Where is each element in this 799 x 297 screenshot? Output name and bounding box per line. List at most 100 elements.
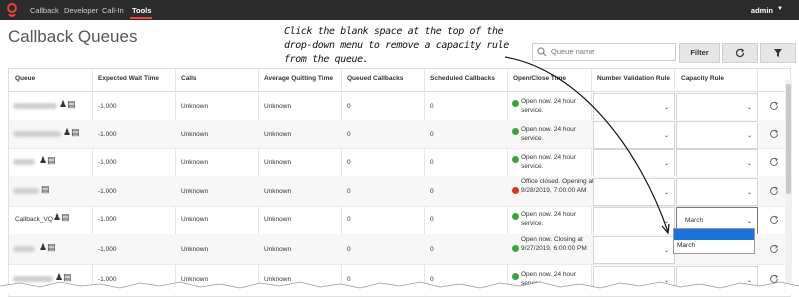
capacity-rule-select[interactable]: ⌄ xyxy=(676,149,758,177)
user-menu[interactable]: admin xyxy=(751,6,773,15)
nav-callback[interactable]: Callback xyxy=(30,6,59,15)
chevron-down-icon: ⌄ xyxy=(746,105,752,111)
nav-developer[interactable]: Developer xyxy=(64,6,98,15)
queued-callbacks: 0 xyxy=(347,131,351,138)
funnel-button[interactable] xyxy=(760,43,796,63)
number-rule-select[interactable]: ⌄ xyxy=(593,149,675,177)
app-logo-icon xyxy=(7,3,17,17)
number-rule-select[interactable]: ⌄ xyxy=(593,93,675,121)
col-header-quit[interactable]: Average Quitting Time xyxy=(264,69,333,91)
calls: Unknown xyxy=(181,216,209,223)
calls: Unknown xyxy=(181,159,209,166)
queued-callbacks: 0 xyxy=(347,159,351,166)
chevron-down-icon: ⌄ xyxy=(663,105,669,111)
search-input[interactable] xyxy=(551,45,671,58)
chevron-down-icon: ⌄ xyxy=(746,133,752,139)
chevron-down-icon: ⌄ xyxy=(746,161,752,167)
agent-icon: ♟▤ xyxy=(63,127,80,137)
chevron-down-icon: ⌄ xyxy=(663,248,669,254)
capacity-rule-select[interactable]: ⌄ xyxy=(676,178,758,206)
number-rule-select[interactable]: ⌄ xyxy=(593,178,675,206)
chevron-down-icon: ⌄ xyxy=(663,219,669,225)
number-rule-select[interactable]: ⌄ xyxy=(593,121,675,149)
queue-name-redacted xyxy=(13,103,57,109)
queues-table: Queue Expected Wait Time Calls Average Q… xyxy=(8,68,791,297)
col-header-open-close[interactable]: Open/Close Time xyxy=(513,69,566,91)
table-row[interactable]: ♟▤ -1.000 Unknown Unknown 0 0 Open now. … xyxy=(9,91,790,121)
avg-quit: Unknown xyxy=(264,131,292,138)
status-closed-icon xyxy=(512,187,519,194)
capacity-rule-select[interactable]: ⌄ xyxy=(676,93,758,121)
scheduled-callbacks: 0 xyxy=(430,159,434,166)
nav-call-in[interactable]: Call-In xyxy=(102,6,124,15)
scheduled-callbacks: 0 xyxy=(430,131,434,138)
status-text: Open now. 24 hour service. xyxy=(521,126,576,142)
search-icon xyxy=(537,47,547,57)
wait-time: -1.000 xyxy=(98,246,117,253)
wait-time: -1.000 xyxy=(98,131,117,138)
wait-time: -1.000 xyxy=(98,159,117,166)
status-open-icon xyxy=(512,128,519,135)
chevron-down-icon[interactable]: ▼ xyxy=(777,6,783,12)
capacity-rule-dropdown[interactable]: March xyxy=(673,228,755,254)
search-box[interactable] xyxy=(532,43,676,61)
status-text: Open now. Closing at 9/27/2019, 6:00:00 … xyxy=(521,236,587,252)
chevron-down-icon: ⌄ xyxy=(663,161,669,167)
status-text: Open now. 24 hour service. xyxy=(521,154,576,170)
avg-quit: Unknown xyxy=(264,188,292,195)
funnel-icon xyxy=(774,49,782,57)
queue-name-redacted xyxy=(13,188,39,194)
status-open-icon xyxy=(512,245,519,252)
active-tab-indicator xyxy=(130,17,152,19)
refresh-icon[interactable] xyxy=(769,215,779,225)
status-open-icon xyxy=(512,100,519,107)
status-open-icon xyxy=(512,213,519,220)
agent-icon: ♟▤ xyxy=(39,242,56,252)
dropdown-option-march[interactable]: March xyxy=(677,242,695,249)
table-row[interactable]: ▤ -1.000 Unknown Unknown 0 0 Office clos… xyxy=(9,176,790,207)
table-scrollbar[interactable] xyxy=(785,80,792,295)
queued-callbacks: 0 xyxy=(347,103,351,110)
table-row[interactable]: ♟▤ -1.000 Unknown Unknown 0 0 Open now. … xyxy=(9,148,790,177)
chevron-down-icon: ⌄ xyxy=(663,133,669,139)
scheduled-callbacks: 0 xyxy=(430,103,434,110)
number-rule-select[interactable]: ⌄ xyxy=(593,236,675,264)
col-header-queued[interactable]: Queued Callbacks xyxy=(347,69,403,91)
col-header-capacity-rule[interactable]: Capacity Rule xyxy=(681,69,724,91)
col-header-scheduled[interactable]: Scheduled Callbacks xyxy=(430,69,495,91)
col-header-calls[interactable]: Calls xyxy=(181,69,197,91)
refresh-icon xyxy=(735,48,745,58)
refresh-icon[interactable] xyxy=(769,129,779,139)
nav-tools[interactable]: Tools xyxy=(132,6,151,15)
dropdown-blank-option[interactable] xyxy=(674,229,754,240)
refresh-icon[interactable] xyxy=(769,186,779,196)
queued-callbacks: 0 xyxy=(347,188,351,195)
wait-time: -1.000 xyxy=(98,188,117,195)
refresh-icon[interactable] xyxy=(769,157,779,167)
queue-name[interactable]: Callback_VQ xyxy=(15,216,53,223)
instruction-annotation: Click the blank space at the top of the … xyxy=(284,26,509,65)
status-text: Open now. 24 hour service. xyxy=(521,211,576,227)
calls: Unknown xyxy=(181,103,209,110)
queued-callbacks: 0 xyxy=(347,246,351,253)
avg-quit: Unknown xyxy=(264,159,292,166)
scheduled-callbacks: 0 xyxy=(430,246,434,253)
refresh-icon[interactable] xyxy=(769,244,779,254)
scheduled-callbacks: 0 xyxy=(430,216,434,223)
top-nav-bar: Callback Developer Call-In Tools admin ▼ xyxy=(0,0,799,20)
refresh-button[interactable] xyxy=(722,43,758,63)
number-rule-select[interactable]: ⌄ xyxy=(593,207,675,235)
queue-name-redacted xyxy=(13,159,35,165)
col-header-queue[interactable]: Queue xyxy=(15,69,35,91)
calls: Unknown xyxy=(181,188,209,195)
scrollbar-thumb[interactable] xyxy=(786,84,791,194)
refresh-icon[interactable] xyxy=(769,101,779,111)
capacity-rule-select[interactable]: ⌄ xyxy=(676,121,758,149)
filter-button[interactable]: Filter xyxy=(679,43,720,63)
calls: Unknown xyxy=(181,131,209,138)
col-header-number-rule[interactable]: Number Validation Rule xyxy=(597,69,670,91)
capacity-rule-value: March xyxy=(685,217,704,224)
table-row[interactable]: ♟▤ -1.000 Unknown Unknown 0 0 Open now. … xyxy=(9,120,790,149)
col-header-wait[interactable]: Expected Wait Time xyxy=(98,69,159,91)
agent-icon: ♟▤ xyxy=(39,155,56,165)
